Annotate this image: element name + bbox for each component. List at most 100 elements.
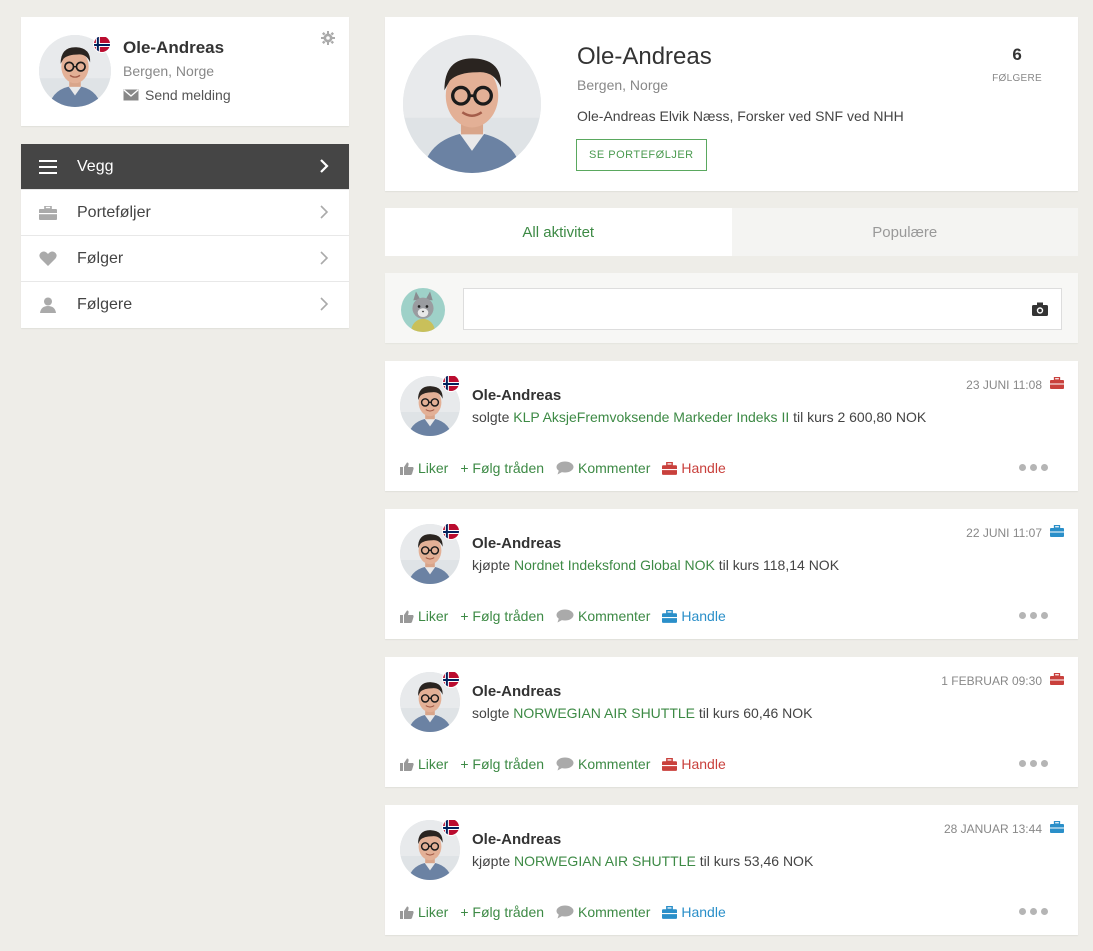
briefcase-icon: [1050, 377, 1064, 389]
trade-button[interactable]: Handle: [662, 756, 726, 772]
tab-all-activity[interactable]: All aktivitet: [385, 208, 732, 256]
post-actions: Liker + Følg tråden Kommenter Handle: [400, 756, 738, 772]
thumbs-up-icon: [400, 610, 414, 623]
followers-count: 6: [1012, 45, 1022, 64]
activity-tabs: All aktivitet Populære: [385, 208, 1078, 256]
follow-thread-button[interactable]: + Følg tråden: [460, 904, 544, 920]
norway-flag-icon: [442, 374, 460, 392]
feed-post: Ole-Andreas solgte KLP AksjeFremvoksende…: [385, 361, 1078, 491]
briefcase-icon: [662, 609, 678, 623]
like-button[interactable]: Liker: [400, 608, 448, 624]
comment-icon: [556, 757, 574, 771]
comment-label: Kommenter: [578, 608, 651, 624]
see-portfolios-button[interactable]: SE PORTEFØLJER: [576, 139, 707, 171]
sidebar-item-folger[interactable]: Følger: [21, 236, 349, 282]
main-column: Ole-Andreas Bergen, Norge Ole-Andreas El…: [385, 17, 1078, 935]
chevron-right-icon: [320, 159, 329, 173]
sidebar-item-label: Følgere: [77, 296, 133, 313]
post-actions: Liker + Følg tråden Kommenter Handle: [400, 608, 738, 624]
like-button[interactable]: Liker: [400, 460, 448, 476]
post-verb: kjøpte: [472, 557, 511, 573]
feed-post: Ole-Andreas kjøpte Nordnet Indeksfond Gl…: [385, 509, 1078, 639]
post-input[interactable]: [463, 288, 1062, 330]
gear-icon[interactable]: [321, 31, 335, 45]
person-icon: [37, 296, 59, 314]
post-price: til kurs 2 600,80 NOK: [793, 409, 927, 425]
feed-post: Ole-Andreas kjøpte NORWEGIAN AIR SHUTTLE…: [385, 805, 1078, 935]
tab-popular[interactable]: Populære: [731, 208, 1078, 256]
briefcase-icon: [662, 461, 678, 475]
mini-profile-card: Ole-Andreas Bergen, Norge Send melding: [21, 17, 349, 126]
sidebar-item-portefoljer[interactable]: Porteføljer: [21, 190, 349, 236]
post-text: solgte KLP AksjeFremvoksende Markeder In…: [472, 409, 926, 425]
like-label: Liker: [418, 904, 449, 920]
comment-button[interactable]: Kommenter: [556, 904, 650, 920]
comment-button[interactable]: Kommenter: [556, 460, 650, 476]
post-author[interactable]: Ole-Andreas: [472, 831, 561, 848]
trade-button[interactable]: Handle: [662, 904, 726, 920]
sidebar-item-folgere[interactable]: Følgere: [21, 282, 349, 328]
post-price: til kurs 118,14 NOK: [718, 557, 840, 573]
trade-label: Handle: [681, 460, 726, 476]
sidebar-item-vegg[interactable]: Vegg: [21, 144, 349, 190]
instrument-link[interactable]: NORWEGIAN AIR SHUTTLE: [513, 705, 695, 721]
like-label: Liker: [418, 460, 449, 476]
more-options-icon[interactable]: [1019, 464, 1048, 471]
post-text: kjøpte NORWEGIAN AIR SHUTTLE til kurs 53…: [472, 853, 813, 869]
menu-icon: [37, 158, 59, 176]
like-label: Liker: [418, 756, 449, 772]
follow-thread-button[interactable]: + Følg tråden: [460, 460, 544, 476]
post-author[interactable]: Ole-Andreas: [472, 535, 561, 552]
more-options-icon[interactable]: [1019, 612, 1048, 619]
comment-button[interactable]: Kommenter: [556, 756, 650, 772]
norway-flag-icon: [442, 818, 460, 836]
send-message-link[interactable]: Send melding: [123, 87, 231, 103]
instrument-link[interactable]: Nordnet Indeksfond Global NOK: [514, 557, 715, 573]
heart-icon: [37, 250, 59, 268]
thumbs-up-icon: [400, 906, 414, 919]
briefcase-icon: [1050, 673, 1064, 685]
like-button[interactable]: Liker: [400, 756, 448, 772]
more-options-icon[interactable]: [1019, 908, 1048, 915]
sidebar-nav: Vegg Porteføljer Følger Følgere: [21, 144, 349, 328]
post-verb: kjøpte: [472, 853, 511, 869]
chevron-right-icon: [320, 251, 329, 265]
comment-label: Kommenter: [578, 904, 651, 920]
profile-name: Ole-Andreas: [577, 43, 712, 70]
user-name[interactable]: Ole-Andreas: [123, 38, 224, 58]
post-price: til kurs 60,46 NOK: [698, 705, 813, 721]
trade-label: Handle: [681, 608, 726, 624]
followers-stat[interactable]: 6 FØLGERE: [992, 45, 1042, 84]
more-options-icon[interactable]: [1019, 760, 1048, 767]
instrument-link[interactable]: KLP AksjeFremvoksende Markeder Indeks II: [513, 409, 789, 425]
profile-description: Ole-Andreas Elvik Næss, Forsker ved SNF …: [577, 108, 904, 124]
post-author[interactable]: Ole-Andreas: [472, 387, 561, 404]
post-author[interactable]: Ole-Andreas: [472, 683, 561, 700]
comment-button[interactable]: Kommenter: [556, 608, 650, 624]
like-label: Liker: [418, 608, 449, 624]
chevron-right-icon: [320, 297, 329, 311]
post-actions: Liker + Følg tråden Kommenter Handle: [400, 904, 738, 920]
activity-feed: Ole-Andreas solgte KLP AksjeFremvoksende…: [385, 361, 1078, 935]
thumbs-up-icon: [400, 462, 414, 475]
post-actions: Liker + Følg tråden Kommenter Handle: [400, 460, 738, 476]
follow-thread-button[interactable]: + Følg tråden: [460, 608, 544, 624]
briefcase-icon: [1050, 821, 1064, 833]
sidebar-item-label: Vegg: [77, 157, 114, 175]
send-message-label: Send melding: [145, 87, 231, 103]
chevron-right-icon: [320, 205, 329, 219]
post-composer: [385, 273, 1078, 343]
briefcase-icon: [1050, 525, 1064, 537]
profile-avatar: [403, 35, 541, 173]
post-verb: solgte: [472, 409, 510, 425]
thumbs-up-icon: [400, 758, 414, 771]
trade-label: Handle: [681, 904, 726, 920]
comment-icon: [556, 461, 574, 475]
like-button[interactable]: Liker: [400, 904, 448, 920]
instrument-link[interactable]: NORWEGIAN AIR SHUTTLE: [514, 853, 696, 869]
trade-button[interactable]: Handle: [662, 608, 726, 624]
follow-thread-button[interactable]: + Følg tråden: [460, 756, 544, 772]
comment-icon: [556, 905, 574, 919]
camera-icon[interactable]: [1032, 302, 1048, 316]
trade-button[interactable]: Handle: [662, 460, 726, 476]
